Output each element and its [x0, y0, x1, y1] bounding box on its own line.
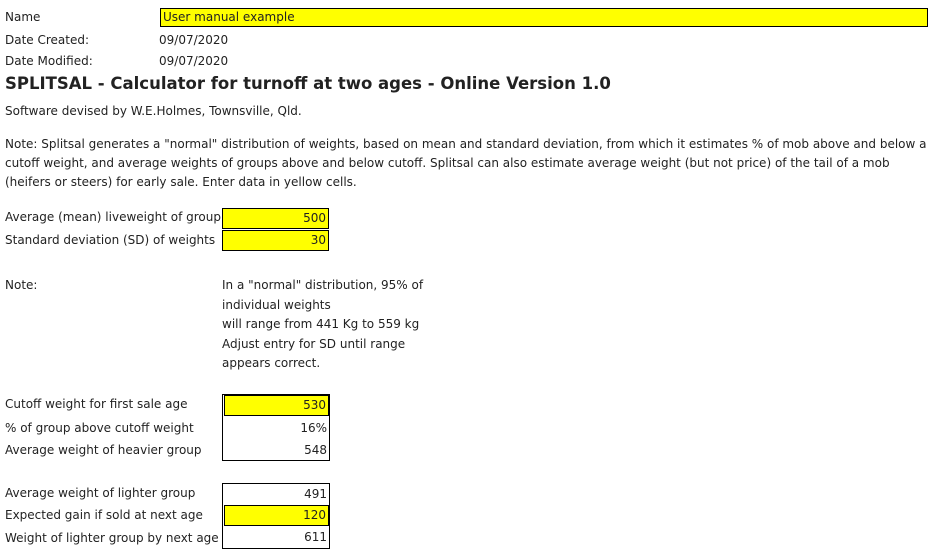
next-weight-value: 611 [304, 530, 327, 544]
distribution-note: In a "normal" distribution, 95% of indiv… [222, 276, 432, 374]
distribution-note-label: Note: [5, 278, 38, 292]
mean-input[interactable]: 500 [222, 208, 329, 229]
heavier-label: Average weight of heavier group [5, 443, 202, 457]
pct-above-value: 16% [300, 421, 327, 435]
name-value: User manual example [163, 10, 295, 24]
distribution-note-line: Adjust entry for SD until range [222, 336, 406, 351]
mean-label: Average (mean) liveweight of group [5, 210, 221, 224]
intro-note: Note: Splitsal generates a "normal" dist… [5, 137, 927, 189]
distribution-note-line: individual weights [222, 297, 331, 312]
date-modified-label: Date Modified: [5, 54, 93, 68]
date-modified-value: 09/07/2020 [159, 54, 229, 68]
gain-label: Expected gain if sold at next age [5, 508, 203, 522]
heavier-value: 548 [304, 443, 327, 457]
lighter-avg-label: Average weight of lighter group [5, 486, 196, 500]
cutoff-input[interactable]: 530 [224, 395, 329, 416]
distribution-note-line: In a "normal" distribution, 95% of [222, 278, 424, 292]
sd-label: Standard deviation (SD) of weights [5, 233, 216, 247]
name-input[interactable]: User manual example [160, 8, 928, 27]
date-created-label: Date Created: [5, 33, 90, 47]
cutoff-label: Cutoff weight for first sale age [5, 397, 188, 411]
next-weight-label: Weight of lighter group by next age [5, 531, 219, 545]
distribution-note-line: will range from 441 Kg to 559 kg [222, 317, 420, 332]
lighter-avg-value: 491 [304, 487, 327, 501]
date-created-value: 09/07/2020 [159, 33, 229, 47]
page-title: SPLITSAL - Calculator for turnoff at two… [5, 74, 611, 93]
distribution-note-line: appears correct. [222, 356, 321, 371]
author-credit: Software devised by W.E.Holmes, Townsvil… [5, 104, 302, 118]
name-label: Name [5, 10, 41, 24]
sd-input[interactable]: 30 [222, 230, 329, 251]
pct-above-label: % of group above cutoff weight [5, 421, 194, 435]
gain-input[interactable]: 120 [224, 505, 329, 526]
